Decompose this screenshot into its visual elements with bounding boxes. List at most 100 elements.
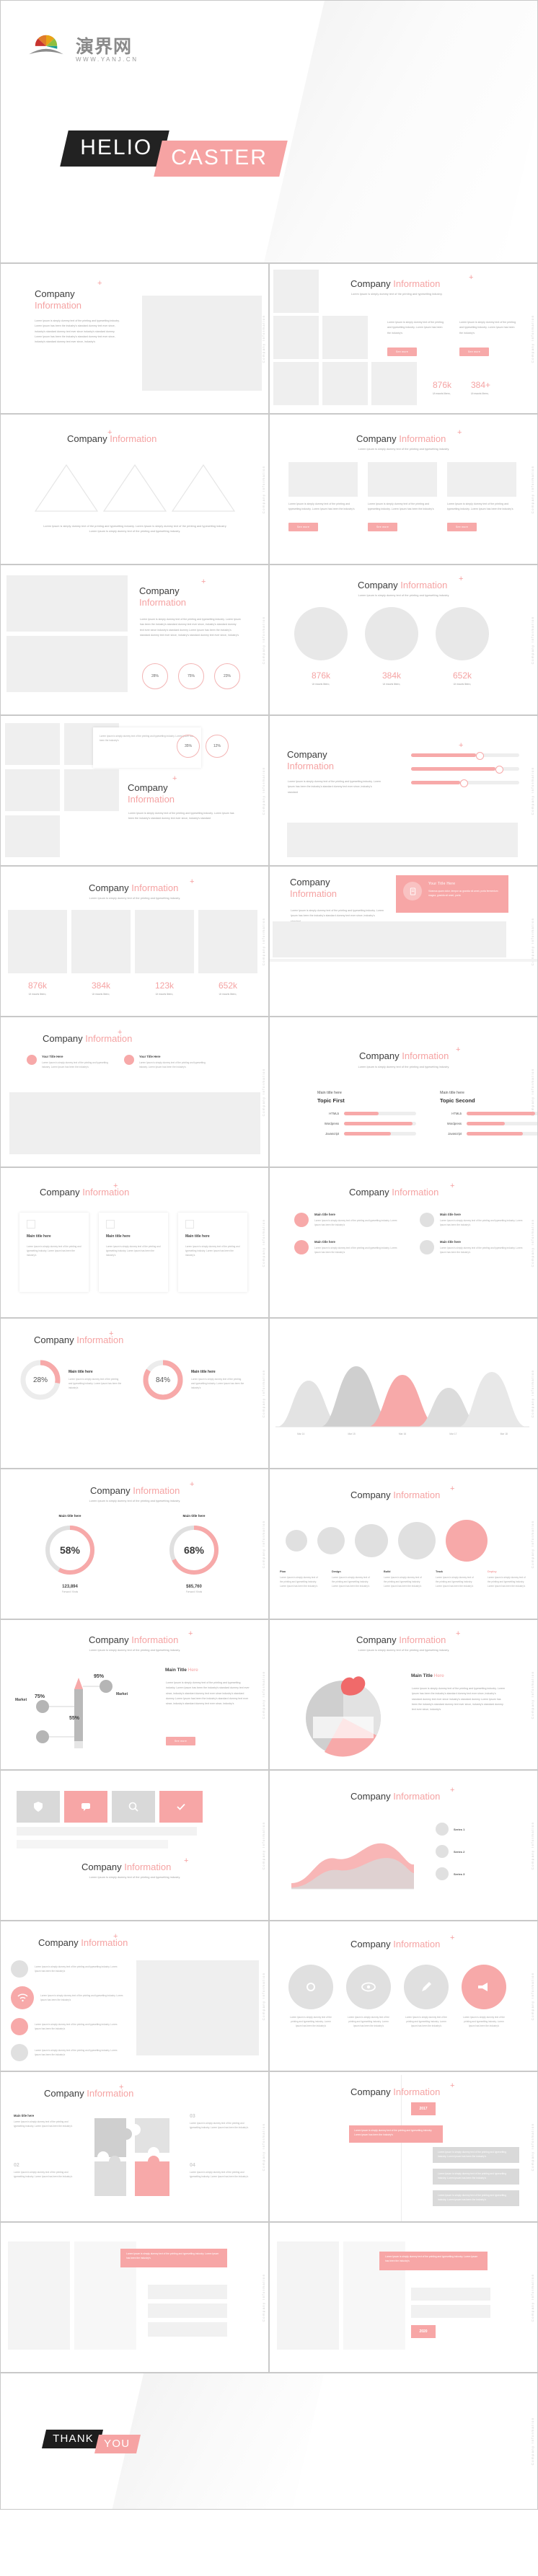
card-image[interactable] xyxy=(288,462,358,497)
list-item[interactable]: Main title here Lorem Ipsum is simply du… xyxy=(294,1240,402,1255)
image-placeholder[interactable] xyxy=(5,723,60,765)
timeline-card[interactable]: Lorem Ipsum is simply dummy text of the … xyxy=(433,2169,519,2185)
step-circle[interactable] xyxy=(398,1522,436,1559)
card-item[interactable]: Lorem Ipsum is simply dummy text of the … xyxy=(368,462,437,531)
card-item[interactable]: Main title here Lorem Ipsum is simply du… xyxy=(19,1213,89,1292)
tab-item-active[interactable] xyxy=(159,1791,203,1823)
tab-item[interactable] xyxy=(112,1791,155,1823)
slide-text-image[interactable]: Company Information + Company Informatio… xyxy=(0,263,269,414)
slide-grid-two-col[interactable]: Company Information + Company Informatio… xyxy=(269,263,538,414)
slide-gallery-card[interactable]: Company Information Lorem Ipsum is simpl… xyxy=(0,715,269,866)
quote-banner[interactable]: Lorem Ipsum is simply dummy text of the … xyxy=(379,2252,488,2270)
slide-icon-rows[interactable]: Company Information + Company Informatio… xyxy=(0,1921,269,2071)
timeline-card[interactable]: Lorem Ipsum is simply dummy text of the … xyxy=(349,2125,443,2143)
image-placeholder[interactable] xyxy=(135,910,194,973)
slide-icon-tabs[interactable]: Company Information + Company Informatio… xyxy=(0,1770,269,1921)
image-placeholder[interactable] xyxy=(5,815,60,857)
slider-row[interactable] xyxy=(411,752,519,760)
circle-placeholder[interactable] xyxy=(436,607,489,660)
tab-item[interactable] xyxy=(17,1791,60,1823)
card-item[interactable]: Main title here Lorem Ipsum is simply du… xyxy=(99,1213,168,1292)
image-placeholder[interactable] xyxy=(64,769,119,811)
list-item[interactable]: Lorem Ipsum is simply dummy text of the … xyxy=(11,2018,127,2035)
card-item[interactable]: Lorem Ipsum is simply dummy text of the … xyxy=(447,462,516,531)
image-placeholder[interactable] xyxy=(273,270,319,313)
slide-pink-card[interactable]: Company Information Company Information … xyxy=(269,866,538,1017)
year-badge[interactable]: 2020 xyxy=(411,2325,436,2338)
slide-two-feature[interactable]: Company Information + Company Informatio… xyxy=(0,1017,269,1167)
slide-pie-chart[interactable]: Company Information + Company Informatio… xyxy=(269,1619,538,1770)
slide-timeline[interactable]: Company Information + Company Informatio… xyxy=(269,2071,538,2222)
slide-mountain-chart[interactable]: Company Information Mar 14 Mar 15 Mar 16… xyxy=(269,1318,538,1469)
slide-topics[interactable]: Company Information + Company Informatio… xyxy=(269,1017,538,1167)
circle-placeholder[interactable] xyxy=(365,607,418,660)
list-item[interactable]: Lorem Ipsum is simply dummy text of the … xyxy=(11,1986,127,2009)
donut-item[interactable]: 84% Main title here Lorem Ipsum is simpl… xyxy=(142,1359,244,1401)
see-more-button[interactable]: See more xyxy=(368,522,398,531)
card-image[interactable] xyxy=(447,462,516,497)
step-circle-active[interactable] xyxy=(446,1520,488,1562)
donut-item[interactable]: Main title here 68% $85,760 Forward / Ki… xyxy=(155,1514,233,1593)
image-placeholder[interactable] xyxy=(9,1092,260,1154)
step-circle[interactable] xyxy=(317,1527,345,1554)
timeline-card[interactable]: Lorem Ipsum is simply dummy text of the … xyxy=(433,2190,519,2206)
see-more-button[interactable]: See more xyxy=(459,348,490,357)
step-circle[interactable] xyxy=(355,1524,388,1557)
quote-banner[interactable]: Lorem Ipsum is simply dummy text of the … xyxy=(120,2249,227,2267)
image-placeholder[interactable] xyxy=(273,316,319,359)
feature-item[interactable]: Your Title Here Lorem Ipsum is simply du… xyxy=(27,1055,108,1069)
slide-icon-list[interactable]: Company Information + Company Informatio… xyxy=(269,1167,538,1318)
image-placeholder[interactable] xyxy=(8,2241,70,2350)
image-placeholder[interactable] xyxy=(287,823,518,857)
slide-puzzle[interactable]: Company Information + Company Informatio… xyxy=(0,2071,269,2222)
image-placeholder[interactable] xyxy=(6,636,128,692)
slide-progress-donuts[interactable]: Company Information + Company Informatio… xyxy=(0,1469,269,1619)
feature-item[interactable]: Your Title Here Lorem Ipsum is simply du… xyxy=(124,1055,206,1069)
donut-item[interactable]: Main title here 58% 123,894 Forward / Ki… xyxy=(31,1514,109,1593)
card-item[interactable]: Main title here Lorem Ipsum is simply du… xyxy=(178,1213,247,1292)
slider-row[interactable] xyxy=(411,766,519,774)
image-placeholder[interactable] xyxy=(322,316,368,359)
tab-item-active[interactable] xyxy=(64,1791,107,1823)
image-placeholder[interactable] xyxy=(273,921,506,957)
circle-placeholder[interactable] xyxy=(294,607,348,660)
slide-step-circles[interactable]: Company Information + Company Informatio… xyxy=(269,1469,538,1619)
slide-three-circles[interactable]: Company Information + Company Informatio… xyxy=(269,565,538,715)
slider-row[interactable] xyxy=(411,779,519,787)
timeline-year-badge[interactable]: 2017 xyxy=(411,2102,436,2115)
image-placeholder[interactable] xyxy=(273,362,319,405)
circle-item[interactable]: Lorem Ipsum is simply dummy text of the … xyxy=(404,1965,449,2028)
list-item[interactable]: Main title here Lorem Ipsum is simply du… xyxy=(294,1213,402,1227)
circle-item[interactable]: Lorem Ipsum is simply dummy text of the … xyxy=(462,1965,506,2028)
image-placeholder[interactable] xyxy=(5,769,60,811)
image-placeholder[interactable] xyxy=(71,910,131,973)
image-placeholder[interactable] xyxy=(6,575,128,632)
circle-item[interactable]: Lorem Ipsum is simply dummy text of the … xyxy=(346,1965,391,2028)
list-item[interactable]: Lorem Ipsum is simply dummy text of the … xyxy=(11,1960,127,1978)
card-image[interactable] xyxy=(368,462,437,497)
see-more-button[interactable]: See more xyxy=(166,1737,196,1745)
image-placeholder[interactable] xyxy=(322,362,368,405)
slide-three-cards[interactable]: Company Information + Company Informatio… xyxy=(269,414,538,565)
slide-four-stats[interactable]: Company Information + Company Informatio… xyxy=(0,866,269,1017)
slide-sliders[interactable]: Company Information + Company Informatio… xyxy=(269,715,538,866)
timeline-card[interactable]: Lorem Ipsum is simply dummy text of the … xyxy=(433,2147,519,2163)
see-more-button[interactable]: See more xyxy=(387,348,418,357)
slide-three-cards-title[interactable]: Company Information + Company Informatio… xyxy=(0,1167,269,1318)
pink-feature-card[interactable]: Your Title Here Vivamus quam dolor, temp… xyxy=(396,875,508,913)
list-item[interactable]: Main title here Lorem Ipsum is simply du… xyxy=(420,1240,528,1255)
image-placeholder[interactable] xyxy=(142,296,262,391)
circle-item[interactable]: Lorem Ipsum is simply dummy text of the … xyxy=(288,1965,333,2028)
slide-area-series[interactable]: Company Information + Company Informatio… xyxy=(269,1770,538,1921)
see-more-button[interactable]: See more xyxy=(288,522,319,531)
slide-two-donuts[interactable]: Company Information + Company Informatio… xyxy=(0,1318,269,1469)
image-placeholder[interactable] xyxy=(8,910,67,973)
list-item[interactable]: Main title here Lorem Ipsum is simply du… xyxy=(420,1213,528,1227)
donut-item[interactable]: 28% Main title here Lorem Ipsum is simpl… xyxy=(19,1359,122,1401)
image-placeholder[interactable] xyxy=(198,910,257,973)
slide-pencil-chart[interactable]: Company Information + Company Informatio… xyxy=(0,1619,269,1770)
see-more-button[interactable]: See more xyxy=(447,522,477,531)
card-item[interactable]: Lorem Ipsum is simply dummy text of the … xyxy=(288,462,358,531)
slide-rings[interactable]: Company Information + Company Informatio… xyxy=(0,565,269,715)
image-placeholder[interactable] xyxy=(277,2241,339,2350)
